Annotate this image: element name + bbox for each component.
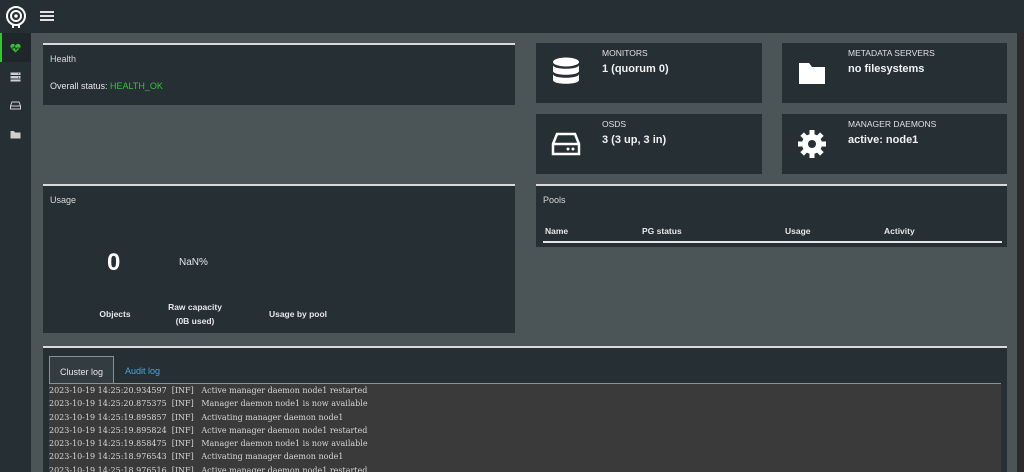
objects-label: Objects bbox=[99, 309, 131, 319]
osds-value: 3 (3 up, 3 in) bbox=[602, 134, 667, 146]
manager-daemons-label: MANAGER DAEMONS bbox=[848, 119, 937, 129]
metadata-servers-value: no filesystems bbox=[848, 63, 925, 75]
overall-status: Overall status: HEALTH_OK bbox=[50, 81, 163, 91]
tab-audit-log[interactable]: Audit log bbox=[115, 356, 170, 384]
metadata-servers-card[interactable]: METADATA SERVERS no filesystems bbox=[782, 43, 1007, 103]
ceph-logo-icon bbox=[5, 5, 26, 28]
monitors-card[interactable]: MONITORS 1 (quorum 0) bbox=[536, 43, 762, 103]
folder-icon bbox=[10, 131, 21, 139]
column-header-pg-status[interactable]: PG status bbox=[642, 226, 682, 236]
cluster-log-list[interactable]: 2023-10-19 14:25:20.934597 [INF] Active … bbox=[49, 384, 1001, 472]
raw-capacity-label: Raw capacity (0B used) bbox=[157, 300, 233, 328]
column-header-name[interactable]: Name bbox=[545, 226, 568, 236]
log-line: 2023-10-19 14:25:19.895857 [INF] Activat… bbox=[49, 412, 344, 422]
ceph-logo[interactable] bbox=[0, 0, 31, 33]
top-bar bbox=[0, 0, 1024, 33]
log-line: 2023-10-19 14:25:19.858475 [INF] Manager… bbox=[49, 439, 368, 449]
pools-title: Pools bbox=[543, 195, 566, 205]
gear-icon bbox=[798, 130, 826, 158]
log-line: 2023-10-19 14:25:18.976516 [INF] Active … bbox=[49, 465, 368, 472]
raw-capacity-used: (0B used) bbox=[175, 316, 215, 326]
page-scrollbar[interactable] bbox=[1017, 33, 1024, 472]
pools-card: Pools Name PG status Usage Activity bbox=[536, 184, 1007, 247]
sidebar bbox=[0, 33, 31, 472]
heartbeat-icon bbox=[10, 43, 21, 53]
database-icon bbox=[553, 57, 579, 84]
metadata-servers-label: METADATA SERVERS bbox=[848, 48, 935, 58]
manager-daemons-value: active: node1 bbox=[848, 134, 919, 146]
objects-count: 0 bbox=[107, 249, 121, 276]
raw-capacity-percent: NaN% bbox=[179, 257, 208, 268]
raw-capacity-title: Raw capacity bbox=[168, 302, 222, 312]
server-icon bbox=[10, 72, 21, 81]
osds-label: OSDS bbox=[602, 119, 627, 129]
usage-by-pool-label: Usage by pool bbox=[268, 309, 328, 319]
overall-status-label: Overall status: bbox=[50, 81, 108, 91]
manager-daemons-card[interactable]: MANAGER DAEMONS active: node1 bbox=[782, 114, 1007, 174]
log-line: 2023-10-19 14:25:20.875375 [INF] Manager… bbox=[49, 399, 368, 409]
health-title: Health bbox=[50, 54, 77, 64]
usage-title: Usage bbox=[50, 195, 77, 205]
monitors-value: 1 (quorum 0) bbox=[602, 63, 669, 75]
health-card: Health Overall status: HEALTH_OK bbox=[43, 43, 515, 105]
column-header-usage[interactable]: Usage bbox=[785, 226, 811, 236]
log-line: 2023-10-19 14:25:18.976543 [INF] Activat… bbox=[49, 452, 344, 462]
sidebar-item-cluster[interactable] bbox=[0, 62, 31, 91]
tab-cluster-log[interactable]: Cluster log bbox=[49, 356, 115, 384]
hdd-icon bbox=[551, 132, 581, 156]
sidebar-item-filesystems[interactable] bbox=[0, 120, 31, 149]
usage-card: Usage 0 NaN% Objects Raw capacity (0B us… bbox=[43, 184, 515, 333]
health-status-value: HEALTH_OK bbox=[110, 81, 163, 91]
hdd-icon bbox=[10, 101, 21, 110]
logs-card: Cluster log Audit log 2023-10-19 14:25:2… bbox=[43, 346, 1007, 472]
osds-card[interactable]: OSDS 3 (3 up, 3 in) bbox=[536, 114, 762, 174]
log-line: 2023-10-19 14:25:19.895824 [INF] Active … bbox=[49, 425, 368, 435]
monitors-label: MONITORS bbox=[602, 48, 648, 58]
column-header-activity[interactable]: Activity bbox=[884, 226, 915, 236]
pools-table-header: Name PG status Usage Activity bbox=[543, 223, 1002, 243]
sidebar-item-block[interactable] bbox=[0, 91, 31, 120]
log-line: 2023-10-19 14:25:20.934597 [INF] Active … bbox=[49, 386, 368, 395]
folder-icon bbox=[799, 63, 825, 84]
menu-toggle-button[interactable] bbox=[40, 9, 54, 23]
sidebar-item-dashboard[interactable] bbox=[0, 33, 31, 62]
